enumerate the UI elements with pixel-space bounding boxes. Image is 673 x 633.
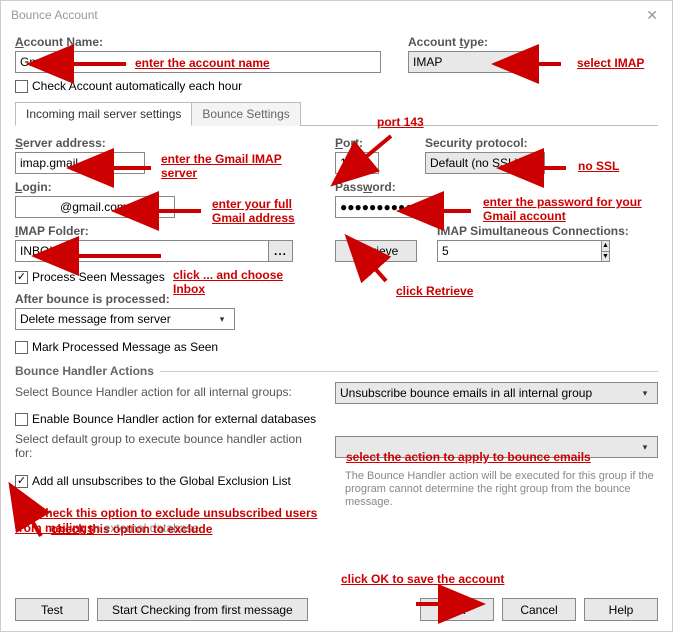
process-seen-checkbox[interactable] <box>15 271 28 284</box>
check-auto-checkbox[interactable] <box>15 80 28 93</box>
ok-button[interactable]: OK <box>420 598 494 621</box>
bounce-account-window: Bounce Account ✕ Account Name: Account t… <box>0 0 673 632</box>
mark-seen-checkbox[interactable] <box>15 341 28 354</box>
server-address-label: Server address: <box>15 136 315 150</box>
add-unsub-label: Add all unsubscribes to the Global Exclu… <box>32 474 291 488</box>
bha-internal-select[interactable]: Unsubscribe bounce emails in all interna… <box>335 382 658 404</box>
port-input[interactable] <box>335 152 379 174</box>
help-text: The Bounce Handler action will be execut… <box>345 470 658 536</box>
spinner-up-icon[interactable]: ▲ <box>602 241 609 252</box>
cancel-button[interactable]: Cancel <box>502 598 576 621</box>
password-input[interactable] <box>335 196 441 218</box>
chevron-down-icon: ▾ <box>637 442 653 453</box>
check-auto-label: Check Account automatically each hour <box>32 79 242 93</box>
imap-folder-label: IMAP Folder: <box>15 224 315 238</box>
imap-conn-label: IMAP Simultaneous Connections: <box>437 224 658 238</box>
password-label: Password: <box>335 180 658 194</box>
add-unsub-checkbox[interactable] <box>15 475 28 488</box>
login-label: Login: <box>15 180 315 194</box>
login-input[interactable] <box>15 196 175 218</box>
chevron-down-icon: ▾ <box>214 314 230 325</box>
bha-internal-label: Select Bounce Handler action for all int… <box>15 385 315 399</box>
process-seen-label: Process Seen Messages <box>32 270 165 284</box>
start-checking-button[interactable]: Start Checking from first message <box>97 598 308 621</box>
titlebar: Bounce Account ✕ <box>1 1 672 29</box>
account-name-input[interactable] <box>15 51 381 73</box>
server-address-input[interactable] <box>15 152 145 174</box>
account-type-select[interactable]: IMAP ▾ <box>408 51 528 73</box>
browse-folder-button[interactable]: ... <box>269 240 293 262</box>
account-name-label: Account Name: <box>15 35 388 49</box>
test-button[interactable]: Test <box>15 598 89 621</box>
imap-folder-input[interactable] <box>15 240 269 262</box>
mark-seen-label: Mark Processed Message as Seen <box>32 340 218 354</box>
window-title: Bounce Account <box>11 8 642 22</box>
default-group-label: Select default group to execute bounce h… <box>15 432 315 460</box>
account-type-label: Account type: <box>408 35 658 49</box>
close-icon[interactable]: ✕ <box>642 7 662 24</box>
spinner-down-icon[interactable]: ▼ <box>602 252 609 262</box>
security-select[interactable]: Default (no SSL) ▾ <box>425 152 545 174</box>
annotation: click OK to save the account <box>341 573 504 587</box>
retrieve-button[interactable]: Retrieve <box>335 240 417 262</box>
imap-conn-spinner[interactable]: ▲ ▼ <box>437 240 497 262</box>
tab-bounce-settings[interactable]: Bounce Settings <box>191 102 300 126</box>
help-button[interactable]: Help <box>584 598 658 621</box>
after-bounce-select[interactable]: Delete message from server ▾ <box>15 308 235 330</box>
chevron-down-icon: ▾ <box>524 158 540 169</box>
default-group-select[interactable]: ▾ <box>335 436 658 458</box>
security-label: Security protocol: <box>425 136 658 150</box>
enable-external-label: Enable Bounce Handler action for externa… <box>32 412 316 426</box>
port-label: Port: <box>335 136 405 150</box>
after-bounce-label: After bounce is processed: <box>15 292 658 306</box>
chevron-down-icon: ▾ <box>637 388 653 399</box>
chevron-down-icon: ▾ <box>507 57 523 68</box>
tab-incoming[interactable]: Incoming mail server settings <box>15 102 192 126</box>
enable-external-checkbox[interactable] <box>15 413 28 426</box>
bha-title: Bounce Handler Actions <box>15 364 154 378</box>
